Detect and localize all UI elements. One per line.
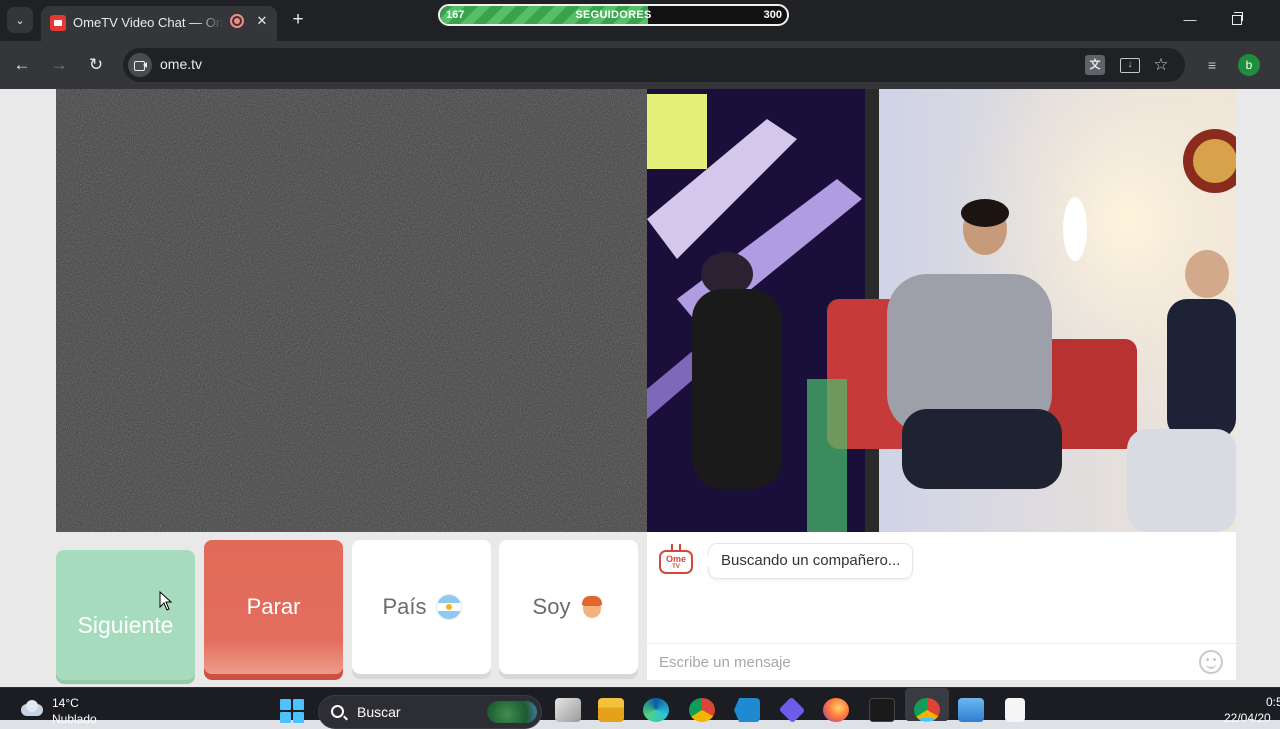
translate-icon[interactable]: 文: [1085, 55, 1105, 75]
back-button[interactable]: ←: [10, 53, 34, 77]
stop-button[interactable]: Parar: [204, 540, 343, 674]
logo-text-ome: Ome: [665, 554, 686, 564]
chrome-icon[interactable]: [689, 698, 715, 722]
profile-avatar[interactable]: b: [1238, 54, 1260, 76]
followers-label: SEGUIDORES: [575, 9, 652, 21]
chat-panel: Ome TV Buscando un compañero...: [647, 532, 1236, 680]
taskbar-search-box[interactable]: Buscar: [318, 695, 542, 729]
vscode-icon[interactable]: [734, 698, 760, 722]
ometv-favicon-icon: [50, 15, 66, 31]
weather-description[interactable]: Nublado: [52, 712, 97, 726]
country-button[interactable]: País: [352, 540, 491, 674]
window-minimize-button[interactable]: —: [1179, 9, 1201, 31]
app-icon[interactable]: [778, 696, 806, 724]
logo-body: Ome TV: [659, 550, 693, 574]
browser-toolbar: ← → ↻ ome.tv 文 ↓ ☆ ≡ b: [0, 41, 1280, 89]
weather-temperature[interactable]: 14°C: [52, 696, 79, 710]
emoji-smiley-icon[interactable]: [1199, 650, 1223, 674]
bookmark-star-icon[interactable]: ☆: [1151, 55, 1171, 75]
firefox-icon[interactable]: [823, 698, 849, 722]
next-button-label: Siguiente: [77, 611, 174, 638]
reload-button[interactable]: ↻: [84, 53, 108, 77]
photos-icon[interactable]: [958, 698, 984, 722]
gender-button-label: Soy: [532, 594, 571, 619]
taskbar-search-label: Buscar: [357, 704, 401, 720]
static-noise-image: [56, 89, 647, 532]
install-app-icon[interactable]: ↓: [1120, 58, 1140, 73]
adobe-icon[interactable]: [869, 698, 895, 722]
search-icon: [331, 705, 344, 718]
windows-taskbar: 14°C Nublado Buscar 0:5 22/04/20: [0, 687, 1280, 729]
cloud-weather-icon[interactable]: [18, 700, 44, 716]
country-button-label: País: [382, 594, 427, 619]
page-viewport: Siguiente Parar País Soy Ome TV Buscando…: [0, 89, 1280, 687]
site-info-camera-icon[interactable]: [128, 53, 152, 77]
new-tab-button[interactable]: +: [288, 8, 308, 32]
own-video-static: [56, 89, 647, 532]
tab-ometv[interactable]: OmeTV Video Chat — Ome ✕: [41, 6, 277, 41]
partner-video-scene: [647, 89, 1236, 532]
gender-button[interactable]: Soy: [499, 540, 638, 674]
document-icon[interactable]: [1005, 698, 1025, 722]
tab-close-button[interactable]: ✕: [253, 12, 271, 30]
boy-avatar-icon: [580, 595, 604, 619]
edge-icon[interactable]: [643, 698, 669, 722]
clock-date[interactable]: 22/04/20: [1224, 711, 1280, 725]
tab-search-button[interactable]: ⌄: [7, 7, 33, 33]
status-message: Buscando un compañero...: [701, 544, 913, 578]
url-text[interactable]: ome.tv: [160, 56, 202, 72]
media-control-icon[interactable]: ≡: [1202, 55, 1222, 75]
mouse-cursor-icon: [159, 591, 173, 611]
clock-time[interactable]: 0:5: [1266, 695, 1280, 709]
logo-text-tv: TV: [672, 564, 680, 570]
stop-button-label: Parar: [246, 594, 301, 619]
ometv-logo-icon: Ome TV: [659, 544, 693, 576]
browser-tab-strip: ⌄ OmeTV Video Chat — Ome ✕ + 167 SEGUIDO…: [0, 0, 1280, 41]
forward-button[interactable]: →: [47, 53, 71, 77]
task-view-icon[interactable]: [555, 698, 581, 722]
next-button[interactable]: Siguiente: [56, 550, 195, 680]
restore-icon: [1232, 12, 1243, 25]
followers-goal: 300: [763, 9, 782, 21]
file-explorer-icon[interactable]: [598, 698, 624, 722]
windows-start-icon[interactable]: [280, 699, 304, 723]
address-bar[interactable]: ome.tv 文 ↓ ☆: [123, 48, 1185, 82]
recording-indicator-icon: [230, 14, 244, 28]
window-restore-button[interactable]: [1226, 9, 1248, 31]
partner-video: [647, 89, 1236, 532]
message-input[interactable]: [647, 643, 1236, 680]
tab-title: OmeTV Video Chat — Ome: [73, 15, 223, 30]
followers-progress-bar: 167 SEGUIDORES 300: [438, 4, 789, 26]
argentina-flag-icon: [436, 595, 461, 619]
